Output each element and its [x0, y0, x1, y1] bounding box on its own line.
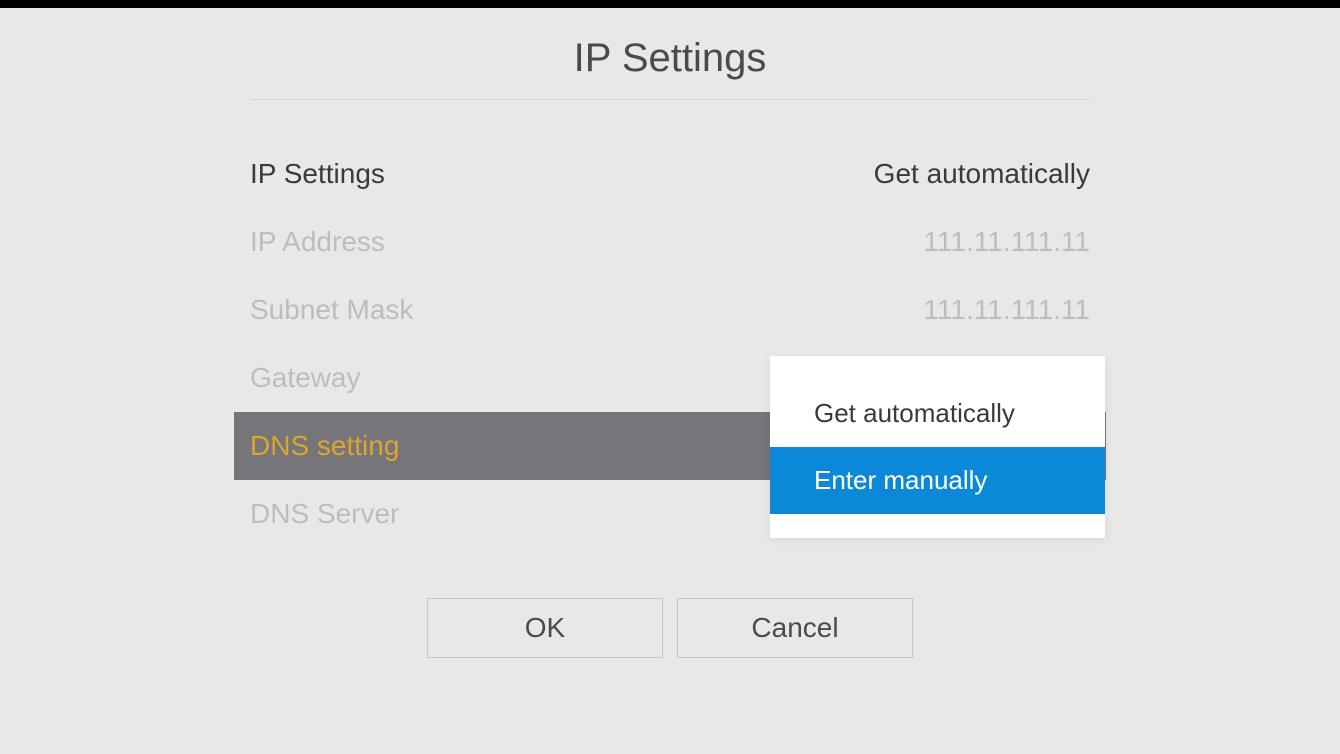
label-subnet-mask: Subnet Mask — [250, 294, 413, 326]
row-subnet-mask[interactable]: Subnet Mask 111.11.111.11 — [250, 276, 1090, 344]
settings-container: IP Settings IP Settings Get automaticall… — [0, 8, 1340, 754]
label-ip-address: IP Address — [250, 226, 385, 258]
label-dns-server: DNS Server — [250, 498, 399, 530]
top-bar — [0, 0, 1340, 8]
value-subnet-mask: 111.11.111.11 — [923, 294, 1090, 326]
value-ip-settings: Get automatically — [874, 158, 1090, 190]
value-ip-address: 111.11.111.11 — [923, 226, 1090, 258]
popover-option-get-automatically[interactable]: Get automatically — [770, 380, 1105, 447]
page-title: IP Settings — [0, 36, 1340, 81]
label-dns-setting: DNS setting — [250, 430, 399, 462]
button-row: OK Cancel — [250, 598, 1090, 658]
popover-option-enter-manually[interactable]: Enter manually — [770, 447, 1105, 514]
row-ip-address[interactable]: IP Address 111.11.111.11 — [250, 208, 1090, 276]
ok-button[interactable]: OK — [427, 598, 663, 658]
label-ip-settings: IP Settings — [250, 158, 385, 190]
dns-setting-popover: Get automatically Enter manually — [770, 356, 1105, 538]
label-gateway: Gateway — [250, 362, 361, 394]
row-ip-settings[interactable]: IP Settings Get automatically — [250, 140, 1090, 208]
cancel-button[interactable]: Cancel — [677, 598, 913, 658]
